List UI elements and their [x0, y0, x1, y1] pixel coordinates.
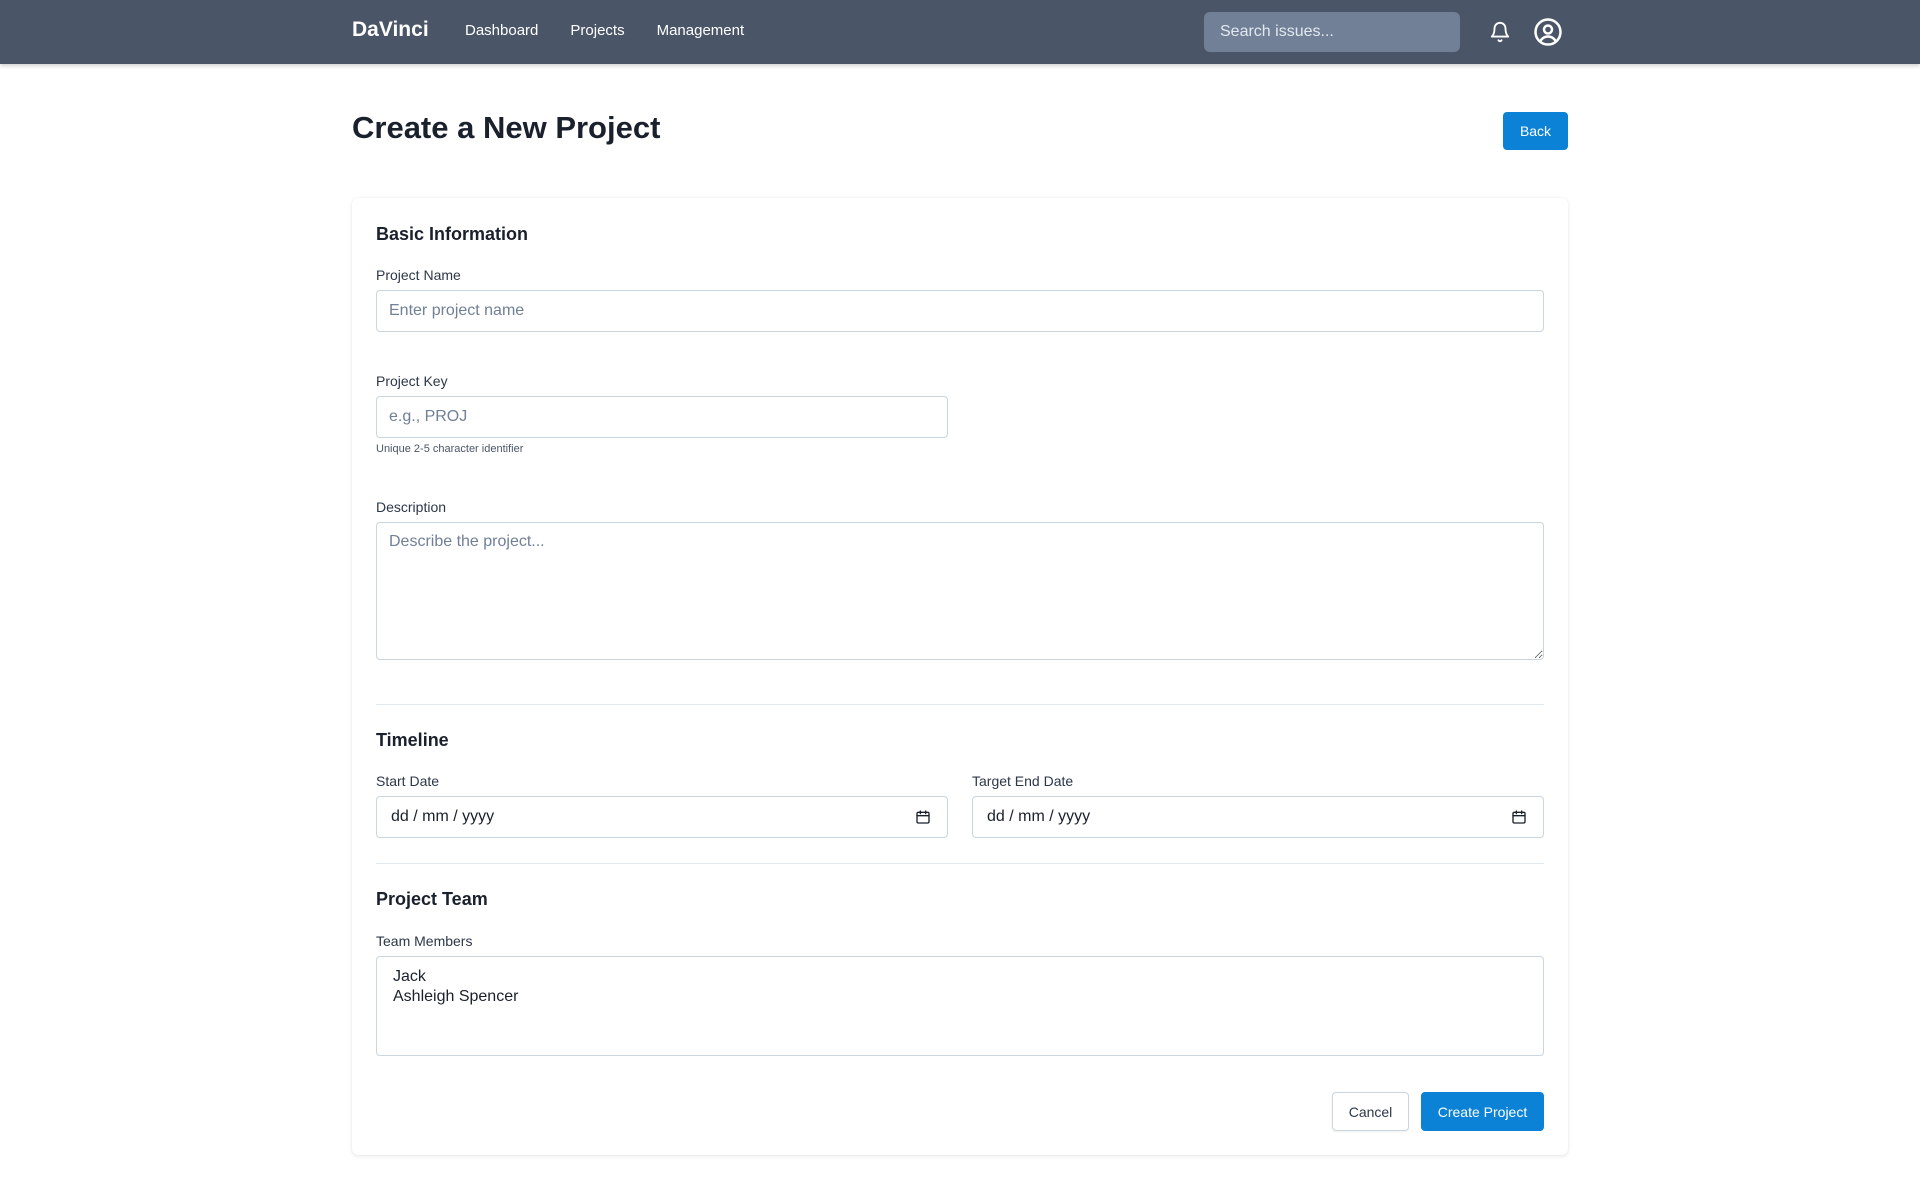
nav-item-dashboard[interactable]: Dashboard [465, 21, 538, 41]
bell-icon[interactable] [1484, 16, 1516, 48]
team-member-option[interactable]: Ashleigh Spencer [393, 987, 1527, 1007]
description-textarea[interactable] [376, 522, 1544, 660]
app-logo[interactable]: DaVinci [352, 16, 429, 44]
team-members-select[interactable]: Jack Ashleigh Spencer [376, 956, 1544, 1056]
calendar-icon[interactable] [913, 807, 933, 827]
create-project-button[interactable]: Create Project [1421, 1092, 1544, 1131]
section-title-project-team: Project Team [376, 889, 488, 909]
project-key-label: Project Key [376, 373, 448, 389]
project-name-input[interactable] [376, 290, 1544, 332]
back-button[interactable]: Back [1503, 112, 1568, 150]
description-label: Description [376, 499, 447, 515]
create-project-form: Basic Information Project Name Project K… [352, 198, 1568, 1155]
user-circle-icon[interactable] [1532, 16, 1564, 48]
section-title-basic-information: Basic Information [376, 224, 529, 244]
page-title: Create a New Project [352, 110, 661, 145]
search-input[interactable] [1204, 12, 1460, 52]
section-divider [376, 704, 1544, 705]
section-divider [376, 863, 1544, 864]
start-date-value: dd / mm / yyyy [391, 808, 495, 825]
project-name-label: Project Name [376, 267, 461, 283]
end-date-value: dd / mm / yyyy [987, 808, 1091, 825]
cancel-button[interactable]: Cancel [1332, 1092, 1409, 1131]
nav-item-management[interactable]: Management [657, 21, 745, 41]
nav-item-projects[interactable]: Projects [570, 21, 624, 41]
team-member-option[interactable]: Jack [393, 967, 1527, 987]
section-title-timeline: Timeline [376, 730, 449, 750]
main-nav: Dashboard Projects Management [465, 21, 744, 41]
team-members-label: Team Members [376, 933, 473, 949]
project-key-hint: Unique 2-5 character identifier [376, 443, 524, 455]
end-date-label: Target End Date [972, 773, 1074, 789]
calendar-icon[interactable] [1509, 807, 1529, 827]
top-navigation-bar: DaVinci Dashboard Projects Management [0, 0, 1920, 64]
start-date-input[interactable]: dd / mm / yyyy [376, 796, 948, 838]
end-date-input[interactable]: dd / mm / yyyy [972, 796, 1544, 838]
start-date-label: Start Date [376, 773, 440, 789]
project-key-input[interactable] [376, 396, 948, 438]
